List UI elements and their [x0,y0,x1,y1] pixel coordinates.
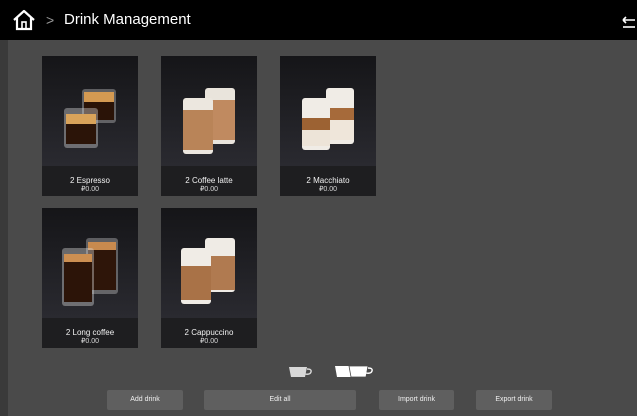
drink-card-espresso[interactable]: 2 Espresso ₽0.00 [42,56,138,196]
long-coffee-image [42,208,138,318]
single-cup-icon[interactable] [287,364,313,380]
espresso-image [42,56,138,166]
drink-card-cappuccino[interactable]: 2 Cappuccino ₽0.00 [161,208,257,348]
drink-price: ₽0.00 [80,338,100,345]
cappuccino-image [161,208,257,318]
drink-price: ₽0.00 [318,186,338,193]
macchiato-image [280,56,376,166]
drink-price: ₽0.00 [199,186,219,193]
drink-card-macchiato[interactable]: 2 Macchiato ₽0.00 [280,56,376,196]
add-drink-button[interactable]: Add drink [107,390,183,410]
drink-price: ₽0.00 [199,338,219,345]
page-title: Drink Management [64,11,191,28]
double-cup-icon[interactable] [334,363,374,381]
drink-price: ₽0.00 [80,186,100,193]
edit-all-button[interactable]: Edit all [204,390,356,410]
left-edge [0,40,8,416]
back-arrow-icon[interactable] [622,15,637,31]
export-drink-button[interactable]: Export drink [476,390,552,410]
coffee-latte-image [161,56,257,166]
drink-card-long-coffee[interactable]: 2 Long coffee ₽0.00 [42,208,138,348]
import-drink-button[interactable]: Import drink [379,390,454,410]
top-bar: > Drink Management [0,0,637,40]
breadcrumb-separator: > [46,12,55,28]
drink-card-coffee-latte[interactable]: 2 Coffee latte ₽0.00 [161,56,257,196]
home-icon[interactable] [12,9,36,31]
